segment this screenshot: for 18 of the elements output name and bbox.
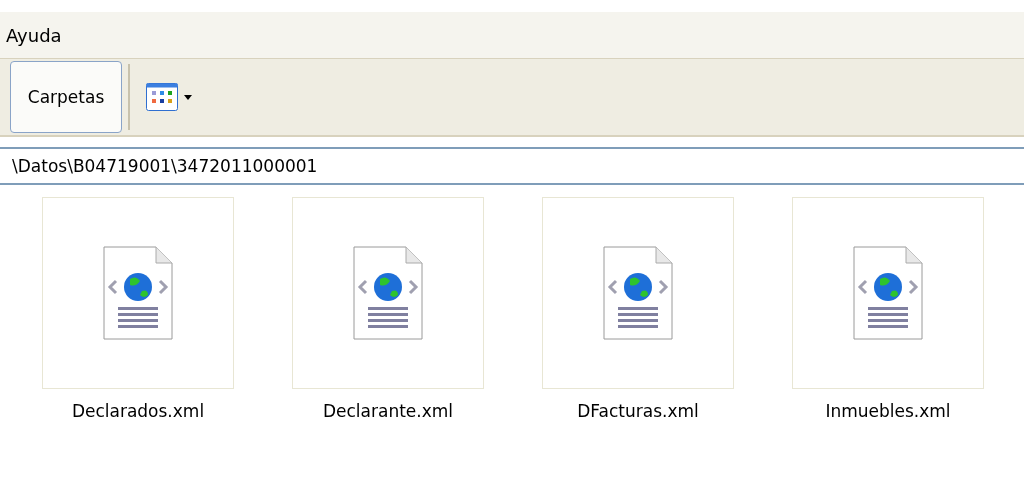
grid-view-icon <box>146 83 178 111</box>
folders-button[interactable]: Carpetas <box>10 61 122 133</box>
menu-item[interactable]: Ayuda <box>6 24 62 46</box>
xml-file-icon <box>850 245 926 341</box>
file-thumbnail[interactable] <box>292 197 484 389</box>
file-thumbnail[interactable] <box>542 197 734 389</box>
file-name: DFacturas.xml <box>576 401 700 421</box>
file-name: Declarante.xml <box>321 401 455 421</box>
xml-file-icon <box>350 245 426 341</box>
xml-file-icon <box>100 245 176 341</box>
views-button[interactable] <box>146 83 192 111</box>
file-name: Inmuebles.xml <box>824 401 952 421</box>
file-thumbnail[interactable] <box>42 197 234 389</box>
address-field[interactable]: \Datos\B04719001\3472011000001 <box>0 147 1024 185</box>
caret-icon <box>184 94 192 100</box>
xml-file-icon <box>600 245 676 341</box>
file-thumbnail[interactable] <box>792 197 984 389</box>
file-name: Declarados.xml <box>70 401 206 421</box>
